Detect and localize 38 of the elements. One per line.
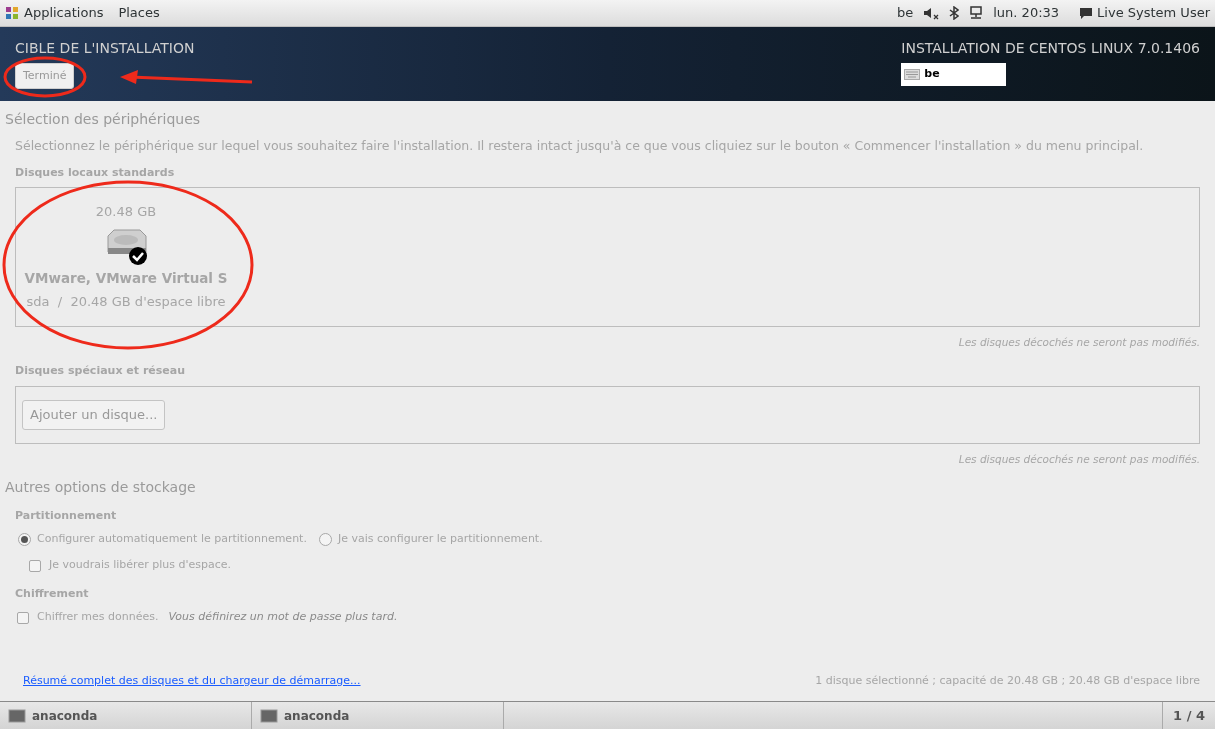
checkbox[interactable] xyxy=(17,611,29,624)
selection-summary: 1 disque sélectionné ; capacité de 20.48 GB ; 20.48 GB d'espace libre xyxy=(815,672,1200,689)
section-heading: Sélection des périphériques xyxy=(5,110,202,129)
keyboard-layout-field[interactable]: be xyxy=(901,63,1007,86)
radio-button[interactable] xyxy=(318,532,332,546)
product-title: INSTALLATION DE CENTOS LINUX 7.0.1406 xyxy=(901,41,1200,55)
checkbox[interactable] xyxy=(29,559,41,572)
user-menu[interactable]: Live System User xyxy=(1079,3,1210,23)
encryption-hint: Vous définirez un mot de passe plus tard. xyxy=(168,609,398,626)
logo-icon xyxy=(5,6,19,20)
summary-link[interactable]: Résumé complet des disques et du chargeur de démarrage... xyxy=(23,672,361,689)
disk-size: 20.48 GB xyxy=(95,203,157,222)
window-icon xyxy=(260,708,278,723)
hint-note: Les disques décochés ne seront pas modifiés. xyxy=(958,335,1200,351)
section-heading: Autres options de stockage xyxy=(5,478,197,498)
chat-icon xyxy=(1079,6,1094,20)
disk-name: VMware, VMware Virtual S xyxy=(24,268,228,288)
disk-details: sda / 20.48 GB d'espace libre xyxy=(26,293,226,311)
window-icon xyxy=(8,708,26,723)
clock[interactable]: lun. 20:33 xyxy=(993,3,1060,23)
group-label: Disques spéciaux et réseau xyxy=(15,363,187,379)
menu-item[interactable]: Applications xyxy=(24,3,104,23)
menu-item[interactable]: Places xyxy=(118,3,160,23)
workspace-indicator[interactable]: 1 / 4 xyxy=(1162,702,1215,729)
description: Sélectionnez le périphérique sur lequel vous souhaitez faire l'installation. Il restera intact jusqu'à ce que vous cliquiez sur le bouton « Commencer l'installation » du menu principal. xyxy=(15,137,1145,155)
taskbar-window-button[interactable]: anaconda xyxy=(0,702,252,729)
radio-button[interactable] xyxy=(18,532,31,546)
group-label: Chiffrement xyxy=(15,585,90,602)
keyboard-indicator[interactable]: be xyxy=(897,3,914,23)
network-icon[interactable] xyxy=(969,6,984,20)
bluetooth-icon[interactable] xyxy=(949,6,960,20)
keyboard-icon xyxy=(904,69,921,80)
volume-muted-icon[interactable] xyxy=(923,6,940,20)
group-label: Disques locaux standards xyxy=(15,164,176,181)
page-title: CIBLE DE L'INSTALLATION xyxy=(15,41,195,55)
hint-note: Les disques décochés ne seront pas modifiés. xyxy=(958,451,1200,467)
taskbar-window-button[interactable]: anaconda xyxy=(252,702,504,729)
group-label: Partitionnement xyxy=(15,508,118,525)
